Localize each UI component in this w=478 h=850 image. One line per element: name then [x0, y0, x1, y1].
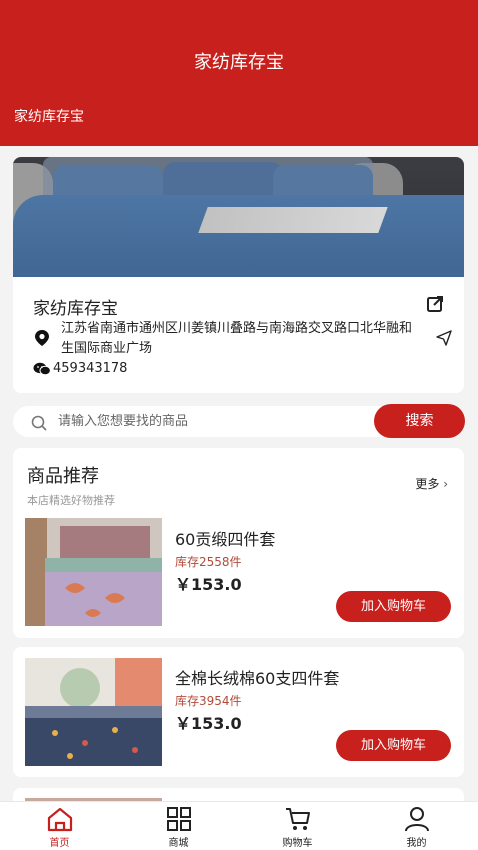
search-bar: 搜索: [13, 404, 465, 438]
section-subtitle: 本店精选好物推荐: [27, 494, 115, 507]
cart-icon: [285, 808, 310, 830]
bottom-tab-bar: 首页 商城 购物车 我的: [0, 801, 478, 850]
search-icon: [31, 415, 47, 431]
location-icon: [35, 330, 49, 346]
tab-label: 购物车: [282, 838, 313, 849]
tab-profile[interactable]: 我的: [357, 802, 476, 850]
tab-label: 我的: [406, 838, 427, 849]
product-price: ￥153.0: [175, 714, 242, 733]
app-title: 家纺库存宝: [194, 52, 284, 73]
product-item[interactable]: 60贡缎四件套 库存2558件 ￥153.0 加入购物车: [13, 518, 464, 626]
search-button[interactable]: 搜索: [374, 404, 465, 438]
tab-label: 商城: [168, 838, 189, 849]
share-icon[interactable]: [426, 295, 444, 313]
product-item[interactable]: 全棉长绒棉60支四件套 库存3954件 ￥153.0 加入购物车: [13, 647, 464, 777]
product-stock: 库存3954件: [175, 694, 242, 708]
user-icon: [404, 807, 429, 832]
store-name: 家纺库存宝: [33, 299, 118, 319]
more-label: 更多: [415, 477, 440, 491]
wechat-icon: [33, 362, 51, 376]
tab-home[interactable]: 首页: [0, 802, 119, 850]
store-card: 家纺库存宝 江苏省南通市通州区川姜镇川叠路与南海路交叉路口北华融和生国际商业广场…: [13, 157, 464, 393]
add-to-cart-button[interactable]: 加入购物车: [336, 591, 451, 622]
store-banner-image: [13, 157, 464, 277]
product-name: 60贡缎四件套: [175, 530, 276, 549]
tab-cart[interactable]: 购物车: [238, 802, 357, 850]
product-stock: 库存2558件: [175, 555, 242, 569]
home-icon: [47, 807, 72, 832]
grid-icon: [166, 807, 191, 831]
tab-mall[interactable]: 商城: [119, 802, 238, 850]
product-price: ￥153.0: [175, 575, 242, 594]
search-input[interactable]: [58, 406, 368, 437]
wechat-id: 459343178: [53, 361, 128, 376]
store-address: 江苏省南通市通州区川姜镇川叠路与南海路交叉路口北华融和生国际商业广场: [61, 321, 413, 356]
tab-label: 首页: [49, 838, 70, 849]
store-subtitle: 家纺库存宝: [14, 109, 84, 125]
chevron-right-icon: ›: [443, 477, 448, 491]
navigate-icon[interactable]: [435, 329, 453, 347]
add-to-cart-button[interactable]: 加入购物车: [336, 730, 451, 761]
section-title: 商品推荐: [27, 466, 99, 487]
product-name: 全棉长绒棉60支四件套: [175, 669, 340, 688]
more-link[interactable]: 更多 ›: [415, 475, 448, 492]
product-image[interactable]: [25, 518, 162, 626]
header-bar: 家纺库存宝 家纺库存宝: [0, 0, 478, 146]
product-image[interactable]: [25, 658, 162, 766]
search-box[interactable]: [13, 406, 413, 437]
